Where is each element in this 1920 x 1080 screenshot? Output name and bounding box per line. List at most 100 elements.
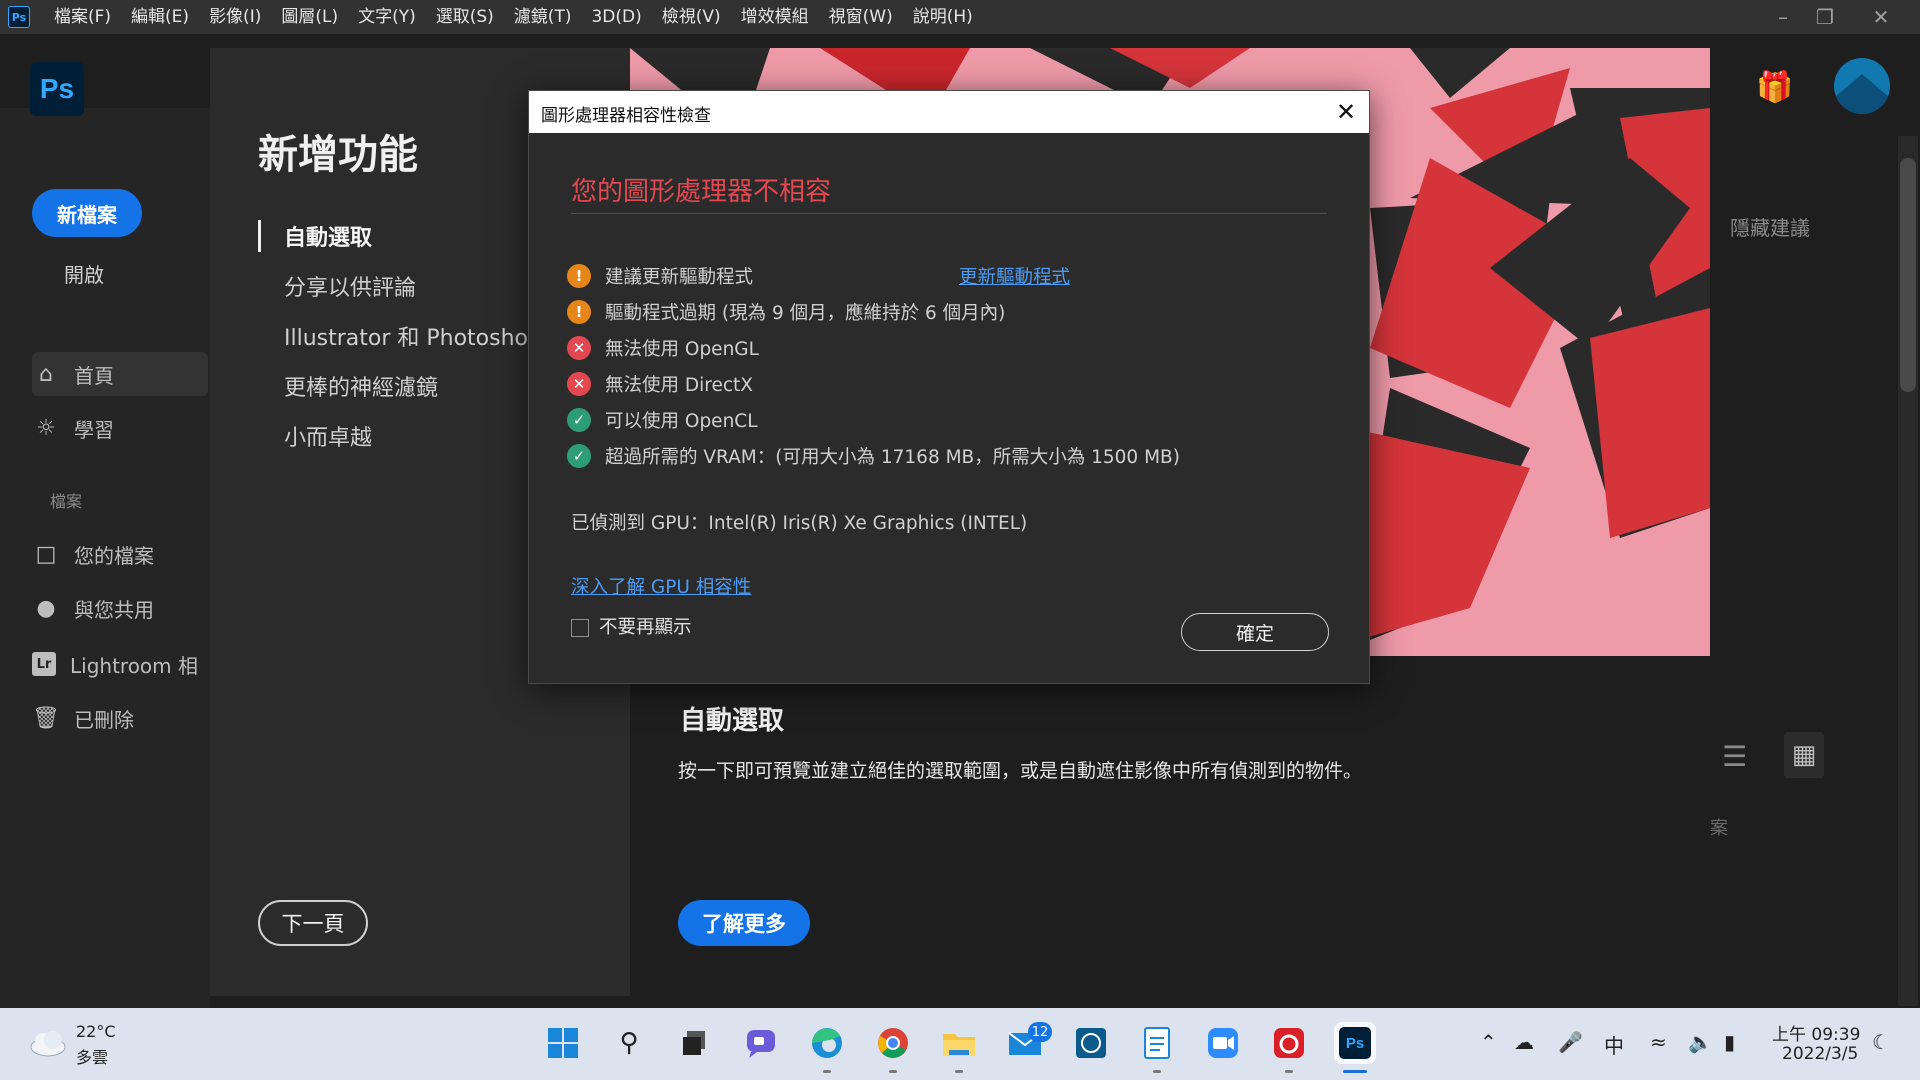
sidebar-item-home[interactable]: ⌂ 首頁 (32, 352, 208, 396)
running-indicator (955, 1070, 963, 1073)
check-text: 可以使用 OpenCL (605, 411, 758, 432)
menu-select[interactable]: 選取(S) (426, 0, 504, 34)
running-indicator (823, 1070, 831, 1073)
dialog-heading: 您的圖形處理器不相容 (571, 177, 832, 207)
update-driver-link[interactable]: 更新驅動程式 (959, 263, 1070, 289)
next-page-button[interactable]: 下一頁 (258, 900, 368, 946)
check-row: ✕ 無法使用 DirectX (567, 369, 753, 399)
minimize-icon[interactable]: – (1762, 0, 1804, 34)
sidebar-item-label: 學習 (74, 417, 114, 442)
sidebar-item-shared[interactable]: ● 與您共用 (32, 586, 208, 630)
zoom-icon[interactable] (1202, 1022, 1244, 1064)
chevron-up-icon[interactable]: ⌃ (1480, 1030, 1497, 1054)
divider (571, 213, 1327, 214)
whats-new-item-small-excellence[interactable]: 小而卓越 (284, 420, 372, 452)
menu-window[interactable]: 視窗(W) (819, 0, 903, 34)
dell-icon[interactable] (1070, 1022, 1112, 1064)
new-file-button[interactable]: 新檔案 (32, 189, 142, 237)
wifi-icon[interactable]: ≈ (1650, 1030, 1667, 1054)
gift-icon[interactable]: 🎁 (1756, 70, 1793, 105)
weather-description[interactable]: 多雲 (76, 1044, 108, 1068)
notification-moon-icon[interactable]: ☾ (1872, 1030, 1890, 1054)
file-explorer-icon[interactable] (938, 1022, 980, 1064)
weather-temperature[interactable]: 22°C (76, 1022, 116, 1041)
menu-layer[interactable]: 圖層(L) (271, 0, 348, 34)
close-icon[interactable]: ✕ (1331, 97, 1361, 127)
menu-type[interactable]: 文字(Y) (348, 0, 426, 34)
menu-edit[interactable]: 編輯(E) (121, 0, 199, 34)
microphone-icon[interactable]: 🎤 (1558, 1030, 1583, 1054)
dialog-title: 圖形處理器相容性檢查 (541, 106, 711, 126)
gpu-compatibility-link[interactable]: 深入了解 GPU 相容性 (571, 573, 751, 599)
active-app-indicator (1343, 1070, 1367, 1073)
open-button[interactable]: 開啟 (64, 259, 104, 288)
menu-bar: Ps 檔案(F) 編輯(E) 影像(I) 圖層(L) 文字(Y) 選取(S) 濾… (0, 0, 1920, 34)
menu-image[interactable]: 影像(I) (199, 0, 271, 34)
chat-icon[interactable] (740, 1022, 782, 1064)
menu-3d[interactable]: 3D(D) (581, 0, 651, 34)
clock-date[interactable]: 2022/3/5 (1782, 1044, 1858, 1064)
check-text: 驅動程式過期 (現為 9 個月，應維持於 6 個月內) (605, 303, 1006, 324)
check-row: ✕ 無法使用 OpenGL (567, 333, 759, 363)
sidebar-item-label: 與您共用 (74, 597, 154, 622)
check-text: 建議更新驅動程式 (605, 267, 754, 288)
dont-show-again-label[interactable]: 不要再顯示 (599, 613, 692, 639)
error-icon: ✕ (567, 372, 591, 396)
sidebar-item-your-files[interactable]: □ 您的檔案 (32, 532, 208, 576)
notepad-icon[interactable] (1136, 1022, 1178, 1064)
input-method-indicator[interactable]: 中 (1604, 1030, 1624, 1059)
sidebar-item-label: 已刪除 (74, 707, 134, 732)
creative-cloud-icon[interactable] (1268, 1022, 1310, 1064)
sidebar-item-label: Lightroom 相 (70, 653, 199, 678)
chrome-browser-icon[interactable] (872, 1022, 914, 1064)
learn-more-button[interactable]: 了解更多 (678, 900, 810, 946)
check-row: ! 建議更新驅動程式 (567, 261, 753, 291)
photoshop-app-icon[interactable]: Ps (8, 6, 30, 28)
home-icon: ⌂ (39, 361, 53, 387)
sidebar-item-label: 首頁 (74, 363, 114, 388)
checkmark-icon: ✓ (567, 408, 591, 432)
scrollbar-thumb[interactable] (1900, 158, 1916, 392)
close-window-icon[interactable]: ✕ (1860, 0, 1902, 34)
menu-file[interactable]: 檔案(F) (44, 0, 121, 34)
battery-icon[interactable]: ▮ (1724, 1030, 1735, 1054)
windows-start-icon[interactable] (542, 1022, 584, 1064)
avatar[interactable] (1834, 58, 1890, 114)
whats-new-item-auto-select[interactable]: 自動選取 (284, 220, 372, 252)
trash-icon: 🗑 (32, 705, 60, 731)
onedrive-icon[interactable]: ☁ (1514, 1030, 1534, 1054)
search-icon[interactable]: ⚲ (608, 1022, 650, 1064)
ok-button[interactable]: 確定 (1181, 613, 1329, 651)
menu-view[interactable]: 檢視(V) (652, 0, 731, 34)
whats-new-item-share-review[interactable]: 分享以供評論 (284, 270, 416, 302)
running-indicator (1153, 1070, 1161, 1073)
whats-new-item-illustrator[interactable]: Illustrator 和 Photoshop (284, 320, 542, 352)
task-view-icon[interactable] (674, 1022, 716, 1064)
check-row: ✓ 可以使用 OpenCL (567, 405, 758, 435)
menu-filter[interactable]: 濾鏡(T) (504, 0, 582, 34)
list-view-icon[interactable]: ☰ (1722, 740, 1752, 773)
lightroom-icon: Lr (32, 652, 56, 676)
check-text: 無法使用 DirectX (605, 375, 753, 396)
whats-new-item-neural-filters[interactable]: 更棒的神經濾鏡 (284, 370, 438, 402)
running-indicator (889, 1070, 897, 1073)
check-row: ! 驅動程式過期 (現為 9 個月，應維持於 6 個月內) (567, 297, 1005, 327)
sidebar-item-deleted[interactable]: 🗑 已刪除 (32, 696, 208, 740)
running-indicator (1285, 1070, 1293, 1073)
document-icon: □ (35, 541, 57, 567)
menu-help[interactable]: 說明(H) (903, 0, 983, 34)
cloud-weather-icon[interactable] (28, 1028, 68, 1058)
menu-plugins[interactable]: 增效模組 (731, 0, 819, 34)
photoshop-logo: Ps (30, 62, 84, 116)
hide-suggestions-link[interactable]: 隱藏建議 (1730, 212, 1810, 241)
edge-browser-icon[interactable] (806, 1022, 848, 1064)
photoshop-taskbar-icon[interactable]: Ps (1334, 1022, 1376, 1064)
volume-icon[interactable]: 🔈 (1688, 1030, 1713, 1054)
clock-time[interactable]: 上午 09:39 (1772, 1020, 1860, 1045)
dont-show-again-checkbox[interactable] (571, 619, 589, 637)
restore-icon[interactable]: ❐ (1804, 0, 1846, 34)
shared-user-icon: ● (36, 595, 56, 621)
sidebar-item-lightroom[interactable]: Lr Lightroom 相 (32, 642, 208, 686)
grid-view-icon[interactable]: ▦ (1784, 732, 1824, 778)
sidebar-item-learn[interactable]: ☼ 學習 (32, 406, 208, 450)
